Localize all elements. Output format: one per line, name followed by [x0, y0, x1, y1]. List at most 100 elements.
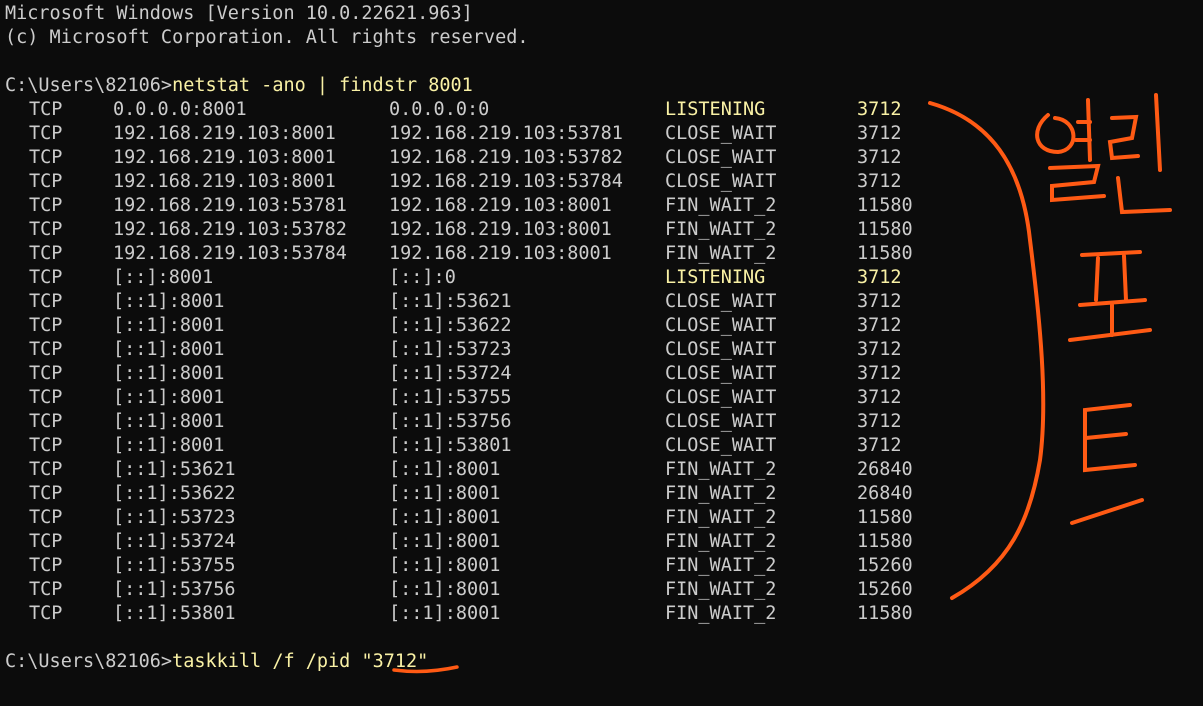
cell-proto: TCP: [29, 147, 63, 168]
cell-state: CLOSE_WAIT: [665, 387, 777, 408]
netstat-row: TCP [::1]:53723 [::1]:8001 FIN_WAIT_2 11580: [5, 506, 1195, 530]
cell-state: CLOSE_WAIT: [665, 147, 777, 168]
cell-pid: 15260: [857, 555, 913, 576]
netstat-row: TCP 0.0.0.0:8001 0.0.0.0:0 LISTENING 3712: [5, 98, 1195, 122]
cell-state: FIN_WAIT_2: [665, 219, 777, 240]
cell-foreign: [::1]:53801: [389, 435, 512, 456]
cell-state: CLOSE_WAIT: [665, 339, 777, 360]
cell-local: 0.0.0.0:8001: [113, 99, 247, 120]
cell-local: [::1]:53723: [113, 507, 236, 528]
cell-proto: TCP: [29, 411, 63, 432]
cell-proto: TCP: [29, 363, 63, 384]
terminal-window[interactable]: Microsoft Windows [Version 10.0.22621.96…: [5, 2, 1195, 674]
taskkill-pid: "3712": [361, 651, 429, 672]
cell-pid: 11580: [857, 243, 913, 264]
cell-proto: TCP: [29, 195, 63, 216]
cell-local: 192.168.219.103:8001: [113, 123, 336, 144]
netstat-command: netstat -ano | findstr 8001: [172, 75, 473, 96]
netstat-row: TCP [::1]:8001 [::1]:53723 CLOSE_WAIT 3712: [5, 338, 1195, 362]
cell-proto: TCP: [29, 507, 63, 528]
prompt-path: C:\Users\82106>: [5, 75, 173, 96]
cell-foreign: 192.168.219.103:53781: [389, 123, 623, 144]
cell-local: [::1]:8001: [113, 315, 225, 336]
cell-state: CLOSE_WAIT: [665, 291, 777, 312]
cell-proto: TCP: [29, 315, 63, 336]
cell-state: LISTENING: [665, 99, 766, 120]
cell-local: [::1]:8001: [113, 363, 225, 384]
cell-pid: 11580: [857, 531, 913, 552]
netstat-row: TCP [::1]:53621 [::1]:8001 FIN_WAIT_2 26840: [5, 458, 1195, 482]
cell-foreign: [::1]:8001: [389, 483, 501, 504]
cell-pid: 11580: [857, 195, 913, 216]
cell-local: [::1]:53801: [113, 603, 236, 624]
cell-foreign: [::1]:8001: [389, 459, 501, 480]
netstat-row: TCP 192.168.219.103:53781 192.168.219.103:…: [5, 194, 1195, 218]
cell-foreign: [::1]:53755: [389, 387, 512, 408]
cell-state: FIN_WAIT_2: [665, 507, 777, 528]
cell-proto: TCP: [29, 99, 63, 120]
cell-local: [::1]:8001: [113, 387, 225, 408]
cell-pid: 3712: [857, 171, 902, 192]
cell-state: CLOSE_WAIT: [665, 123, 777, 144]
cell-foreign: [::1]:53724: [389, 363, 512, 384]
netstat-row: TCP [::1]:53756 [::1]:8001 FIN_WAIT_2 15260: [5, 578, 1195, 602]
cell-foreign: [::1]:53622: [389, 315, 512, 336]
cell-pid: 11580: [857, 603, 913, 624]
cell-foreign: [::1]:53621: [389, 291, 512, 312]
cell-pid: 3712: [857, 291, 902, 312]
cell-proto: TCP: [29, 243, 63, 264]
cell-foreign: [::1]:8001: [389, 531, 501, 552]
cell-proto: TCP: [29, 555, 63, 576]
netstat-row: TCP 192.168.219.103:8001 192.168.219.103:5…: [5, 170, 1195, 194]
cell-pid: 11580: [857, 507, 913, 528]
cell-foreign: 192.168.219.103:53782: [389, 147, 623, 168]
cell-state: CLOSE_WAIT: [665, 315, 777, 336]
cell-state: FIN_WAIT_2: [665, 603, 777, 624]
netstat-row: TCP 192.168.219.103:53782 192.168.219.103:…: [5, 218, 1195, 242]
cell-local: [::1]:53622: [113, 483, 236, 504]
cell-foreign: [::1]:8001: [389, 555, 501, 576]
netstat-row: TCP [::1]:8001 [::1]:53801 CLOSE_WAIT 3712: [5, 434, 1195, 458]
cell-local: 192.168.219.103:53784: [113, 243, 347, 264]
cell-local: 192.168.219.103:8001: [113, 147, 336, 168]
copyright-line: (c) Microsoft Corporation. All rights re…: [5, 27, 529, 48]
netstat-output: TCP 0.0.0.0:8001 0.0.0.0:0 LISTENING 3712 TCP…: [5, 98, 1195, 626]
cell-proto: TCP: [29, 435, 63, 456]
cell-proto: TCP: [29, 531, 63, 552]
netstat-row: TCP [::1]:8001 [::1]:53756 CLOSE_WAIT 3712: [5, 410, 1195, 434]
cell-state: CLOSE_WAIT: [665, 435, 777, 456]
cell-state: FIN_WAIT_2: [665, 483, 777, 504]
cell-local: [::1]:53756: [113, 579, 236, 600]
netstat-row: TCP 192.168.219.103:8001 192.168.219.103:5…: [5, 122, 1195, 146]
cell-state: FIN_WAIT_2: [665, 195, 777, 216]
cell-local: [::1]:53724: [113, 531, 236, 552]
cell-pid: 3712: [857, 123, 902, 144]
netstat-row: TCP [::1]:53724 [::1]:8001 FIN_WAIT_2 11580: [5, 530, 1195, 554]
cell-proto: TCP: [29, 171, 63, 192]
prompt-taskkill[interactable]: C:\Users\82106>taskkill /f /pid "3712": [5, 650, 1195, 674]
cell-local: [::1]:8001: [113, 291, 225, 312]
cell-foreign: 192.168.219.103:8001: [389, 195, 612, 216]
netstat-row: TCP 192.168.219.103:53784 192.168.219.103:…: [5, 242, 1195, 266]
cell-foreign: 192.168.219.103:8001: [389, 219, 612, 240]
netstat-row: TCP [::1]:53801 [::1]:8001 FIN_WAIT_2 11580: [5, 602, 1195, 626]
cell-state: FIN_WAIT_2: [665, 579, 777, 600]
netstat-row: TCP [::1]:8001 [::1]:53621 CLOSE_WAIT 3712: [5, 290, 1195, 314]
cell-local: [::1]:53621: [113, 459, 236, 480]
netstat-row: TCP [::]:8001 [::]:0 LISTENING 3712: [5, 266, 1195, 290]
netstat-row: TCP [::1]:8001 [::1]:53755 CLOSE_WAIT 3712: [5, 386, 1195, 410]
cell-pid: 3712: [857, 387, 902, 408]
cell-proto: TCP: [29, 219, 63, 240]
cell-state: FIN_WAIT_2: [665, 459, 777, 480]
taskkill-command: taskkill /f /pid: [172, 651, 362, 672]
cell-local: [::1]:8001: [113, 339, 225, 360]
netstat-row: TCP [::1]:8001 [::1]:53724 CLOSE_WAIT 3712: [5, 362, 1195, 386]
cell-proto: TCP: [29, 459, 63, 480]
cell-proto: TCP: [29, 339, 63, 360]
cell-pid: 3712: [857, 267, 902, 288]
cell-foreign: [::1]:8001: [389, 603, 501, 624]
cell-proto: TCP: [29, 387, 63, 408]
cell-local: 192.168.219.103:53781: [113, 195, 347, 216]
version-line: Microsoft Windows [Version 10.0.22621.96…: [5, 3, 473, 24]
